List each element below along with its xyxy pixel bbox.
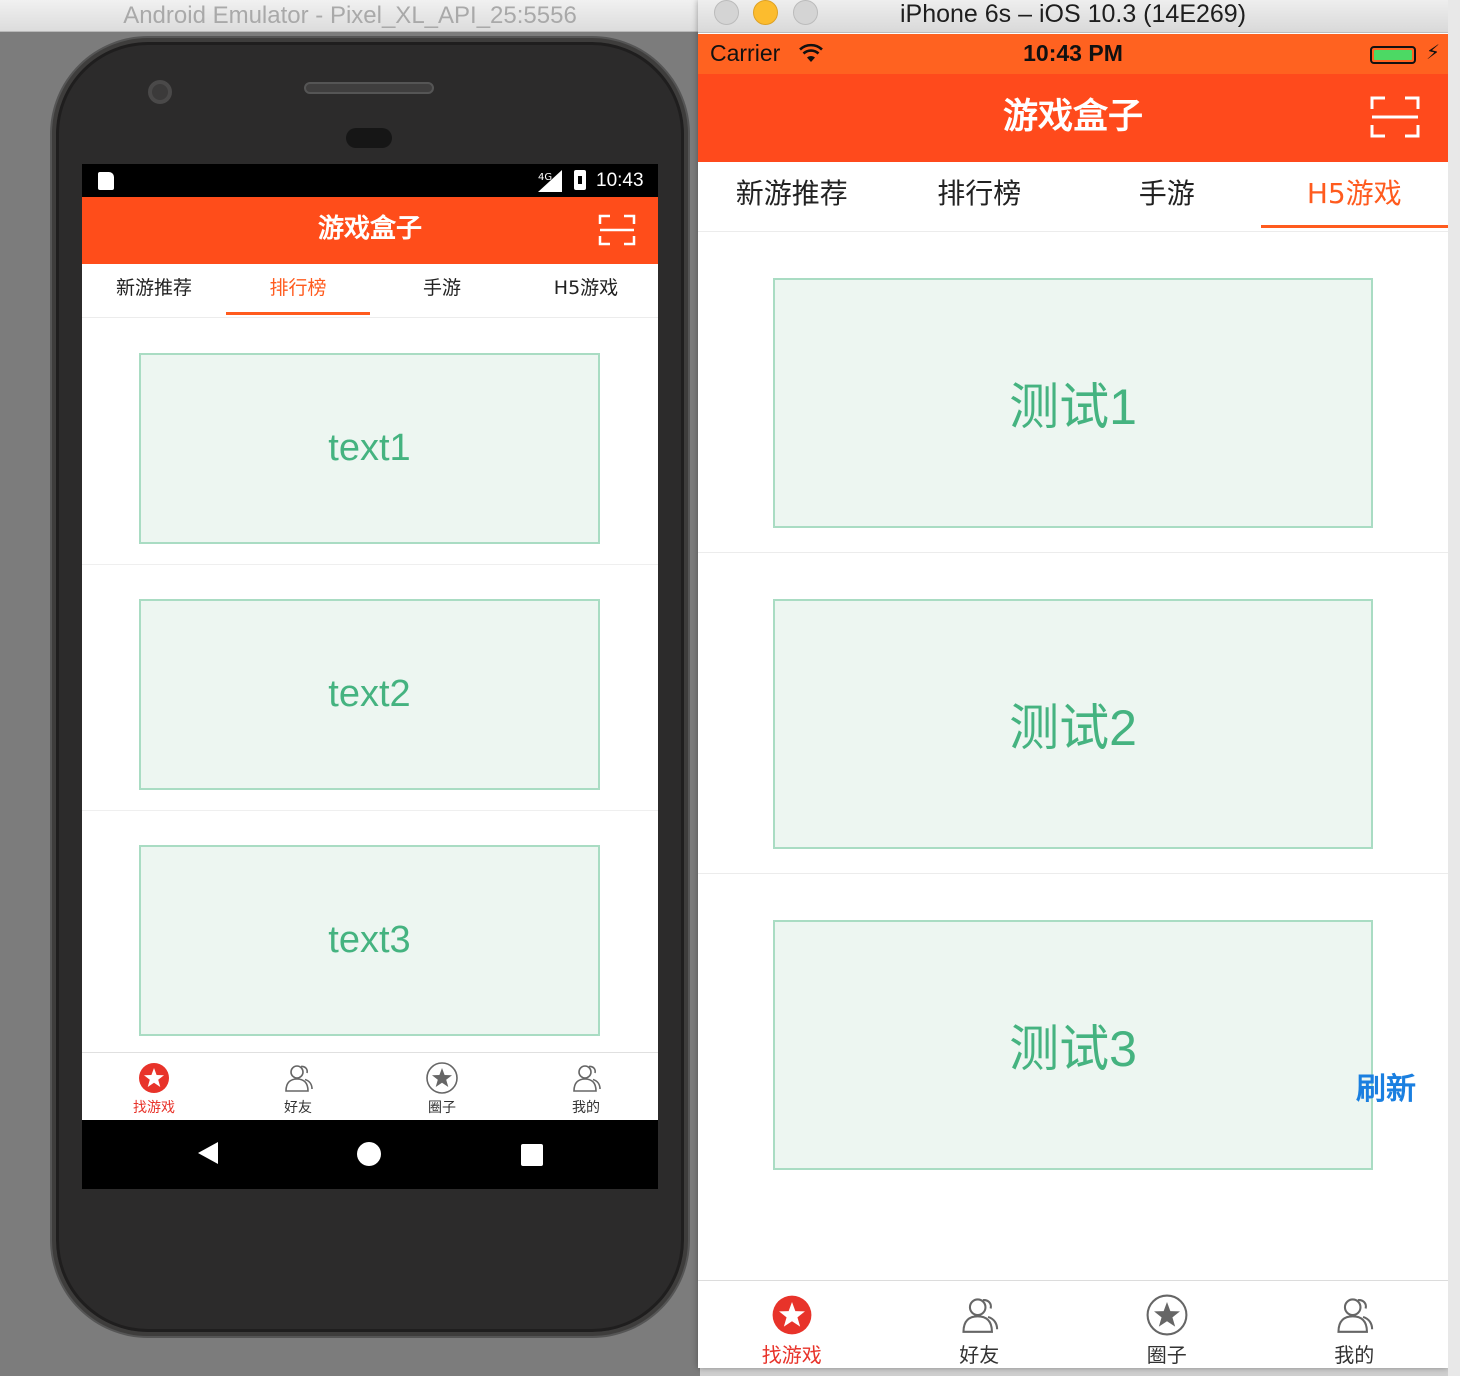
tabbar-circle[interactable]: 圈子 (370, 1053, 514, 1120)
recents-icon[interactable] (521, 1144, 543, 1166)
android-window-title: Android Emulator - Pixel_XL_API_25:5556 (123, 1, 577, 29)
star-circle-icon (772, 1295, 812, 1335)
star-outline-icon (1146, 1294, 1188, 1336)
tabbar-friends[interactable]: 好友 (226, 1053, 370, 1120)
status-time: 10:43 (596, 170, 644, 191)
front-camera (148, 80, 172, 104)
tabbar-mine[interactable]: 我的 (514, 1053, 658, 1120)
app-navbar: 游戏盒子 (698, 74, 1448, 162)
content-card[interactable]: 测试3 (773, 920, 1373, 1170)
bottom-tab-bar: 找游戏 好友 圈子 我的 (698, 1280, 1448, 1368)
tabbar-label: 找游戏 (133, 1100, 175, 1116)
ios-window-titlebar[interactable]: iPhone 6s – iOS 10.3 (14E269) (698, 0, 1448, 33)
ios-status-bar: Carrier 10:43 PM ⚡ (698, 34, 1448, 74)
content-card[interactable]: 测试2 (773, 599, 1373, 849)
profile-icon (573, 1065, 601, 1092)
tabbar-label: 我的 (1334, 1343, 1375, 1367)
scan-icon[interactable] (1370, 96, 1420, 138)
list-item: text3 (82, 811, 658, 1057)
earpiece-speaker (304, 82, 434, 94)
tabbar-label: 圈子 (1146, 1343, 1187, 1367)
star-outline-icon (426, 1062, 458, 1094)
app-title: 游戏盒子 (317, 214, 422, 244)
content-card[interactable]: 测试1 (773, 278, 1373, 528)
list-item: 测试3 (698, 874, 1448, 1195)
content-card[interactable]: text2 (139, 599, 600, 790)
status-time: 10:43 PM (1023, 40, 1123, 66)
tab-ranking[interactable]: 排行榜 (226, 264, 370, 317)
friends-icon (285, 1065, 313, 1092)
tabbar-mine[interactable]: 我的 (1261, 1281, 1449, 1368)
category-tabs: 新游推荐 排行榜 手游 H5游戏 (698, 162, 1448, 232)
android-status-bar: 4G 10:43 (82, 164, 658, 197)
content-card[interactable]: text1 (139, 353, 600, 544)
tab-new-games[interactable]: 新游推荐 (698, 162, 886, 231)
battery-icon (574, 170, 586, 190)
minimize-window-button[interactable] (753, 0, 778, 25)
android-system-nav-bar (82, 1120, 658, 1189)
charging-icon: ⚡ (1426, 40, 1441, 64)
list-item: text1 (82, 319, 658, 565)
tab-h5-games[interactable]: H5游戏 (1260, 162, 1449, 231)
content-card[interactable]: text3 (139, 845, 600, 1036)
tab-h5-games[interactable]: H5游戏 (514, 264, 658, 317)
android-screen: 4G 10:43 游戏盒子 新游推荐 排行榜 手游 H5游戏 text1 tex… (82, 164, 658, 1189)
tab-mobile-games[interactable]: 手游 (370, 264, 514, 317)
tabbar-find-games[interactable]: 找游戏 (698, 1281, 886, 1368)
proximity-sensor (346, 128, 392, 148)
tabbar-label: 我的 (572, 1100, 600, 1116)
network-type-label: 4G (538, 172, 553, 183)
tabbar-circle[interactable]: 圈子 (1073, 1281, 1261, 1368)
android-window-titlebar[interactable]: Android Emulator - Pixel_XL_API_25:5556 (0, 0, 700, 32)
tabbar-find-games[interactable]: 找游戏 (82, 1053, 226, 1120)
close-window-button[interactable] (714, 0, 739, 25)
tabbar-label: 找游戏 (761, 1343, 822, 1367)
bottom-tab-bar: 找游戏 好友 圈子 我的 (82, 1052, 658, 1120)
sd-card-icon (98, 172, 114, 190)
android-emulator-window: Android Emulator - Pixel_XL_API_25:5556 … (0, 0, 700, 1376)
tab-mobile-games[interactable]: 手游 (1073, 162, 1261, 231)
tab-ranking[interactable]: 排行榜 (886, 162, 1074, 231)
zoom-window-button[interactable] (793, 0, 818, 25)
refresh-button[interactable]: 刷新 (1356, 1064, 1416, 1108)
list-item: 测试2 (698, 553, 1448, 874)
tabbar-label: 好友 (959, 1343, 1000, 1367)
ios-simulator-window: iPhone 6s – iOS 10.3 (14E269) Carrier 10… (698, 0, 1448, 1368)
list-item: 测试1 (698, 232, 1448, 553)
home-icon[interactable] (357, 1142, 381, 1166)
category-tabs: 新游推荐 排行榜 手游 H5游戏 (82, 264, 658, 318)
profile-icon (1337, 1298, 1374, 1333)
tabbar-friends[interactable]: 好友 (886, 1281, 1074, 1368)
list-item: text2 (82, 565, 658, 811)
scan-icon[interactable] (598, 214, 636, 246)
tabbar-label: 圈子 (428, 1100, 456, 1116)
app-navbar: 游戏盒子 (82, 197, 658, 264)
friends-icon (962, 1298, 999, 1333)
desktop-background (1448, 0, 1460, 1376)
app-title: 游戏盒子 (1002, 97, 1143, 137)
star-circle-icon (139, 1063, 169, 1093)
back-icon[interactable] (198, 1142, 218, 1164)
tabbar-label: 好友 (284, 1100, 312, 1116)
battery-icon (1370, 46, 1416, 64)
tab-new-games[interactable]: 新游推荐 (82, 264, 226, 317)
